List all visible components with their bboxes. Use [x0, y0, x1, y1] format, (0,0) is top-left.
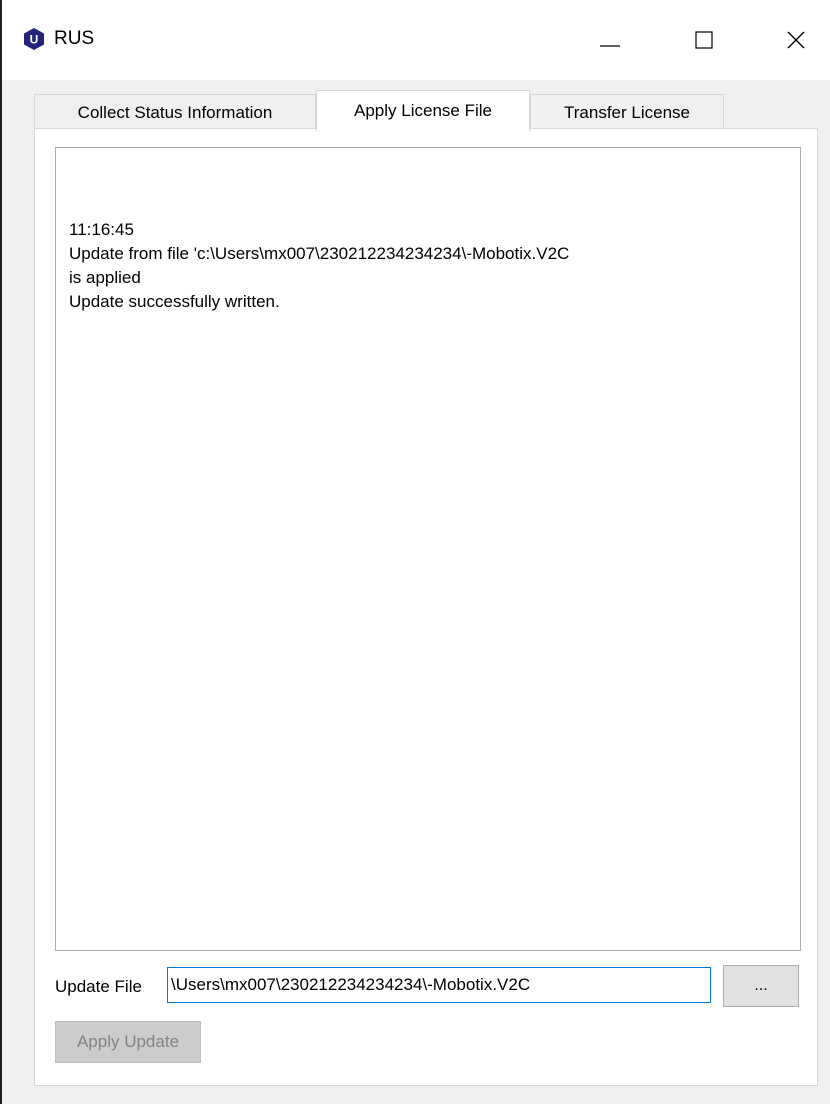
close-button[interactable]	[766, 18, 826, 62]
update-file-input[interactable]	[167, 967, 711, 1003]
log-output[interactable]: 11:16:45 Update from file 'c:\Users\mx00…	[55, 147, 801, 951]
minimize-button[interactable]	[580, 18, 640, 62]
log-timestamp: 11:16:45	[69, 220, 134, 239]
rus-window: U RUS Collect Status Information Apply L…	[2, 0, 830, 1104]
title-bar[interactable]: U RUS	[2, 0, 830, 80]
log-line: Update successfully written.	[69, 292, 280, 311]
maximize-icon	[695, 31, 713, 49]
log-line: is applied	[69, 268, 141, 287]
update-file-label: Update File	[55, 977, 142, 996]
app-logo-icon: U	[24, 28, 44, 50]
tab-label: Transfer License	[564, 102, 690, 122]
apply-update-button[interactable]: Apply Update	[55, 1021, 201, 1063]
maximize-button[interactable]	[674, 18, 734, 62]
close-icon	[787, 31, 805, 49]
tab-collect-status-information[interactable]: Collect Status Information	[34, 94, 316, 130]
browse-button[interactable]: ...	[723, 965, 799, 1007]
window-title: RUS	[54, 28, 95, 49]
tab-label: Apply License File	[354, 101, 492, 120]
app-logo-letter: U	[30, 33, 39, 47]
minimize-icon	[600, 45, 620, 47]
log-line: Update from file 'c:\Users\mx007\2302122…	[69, 244, 570, 263]
tab-transfer-license[interactable]: Transfer License	[530, 94, 724, 130]
tab-apply-license-file[interactable]: Apply License File	[316, 90, 530, 131]
apply-license-panel: 11:16:45 Update from file 'c:\Users\mx00…	[34, 128, 818, 1086]
tab-label: Collect Status Information	[77, 102, 273, 122]
